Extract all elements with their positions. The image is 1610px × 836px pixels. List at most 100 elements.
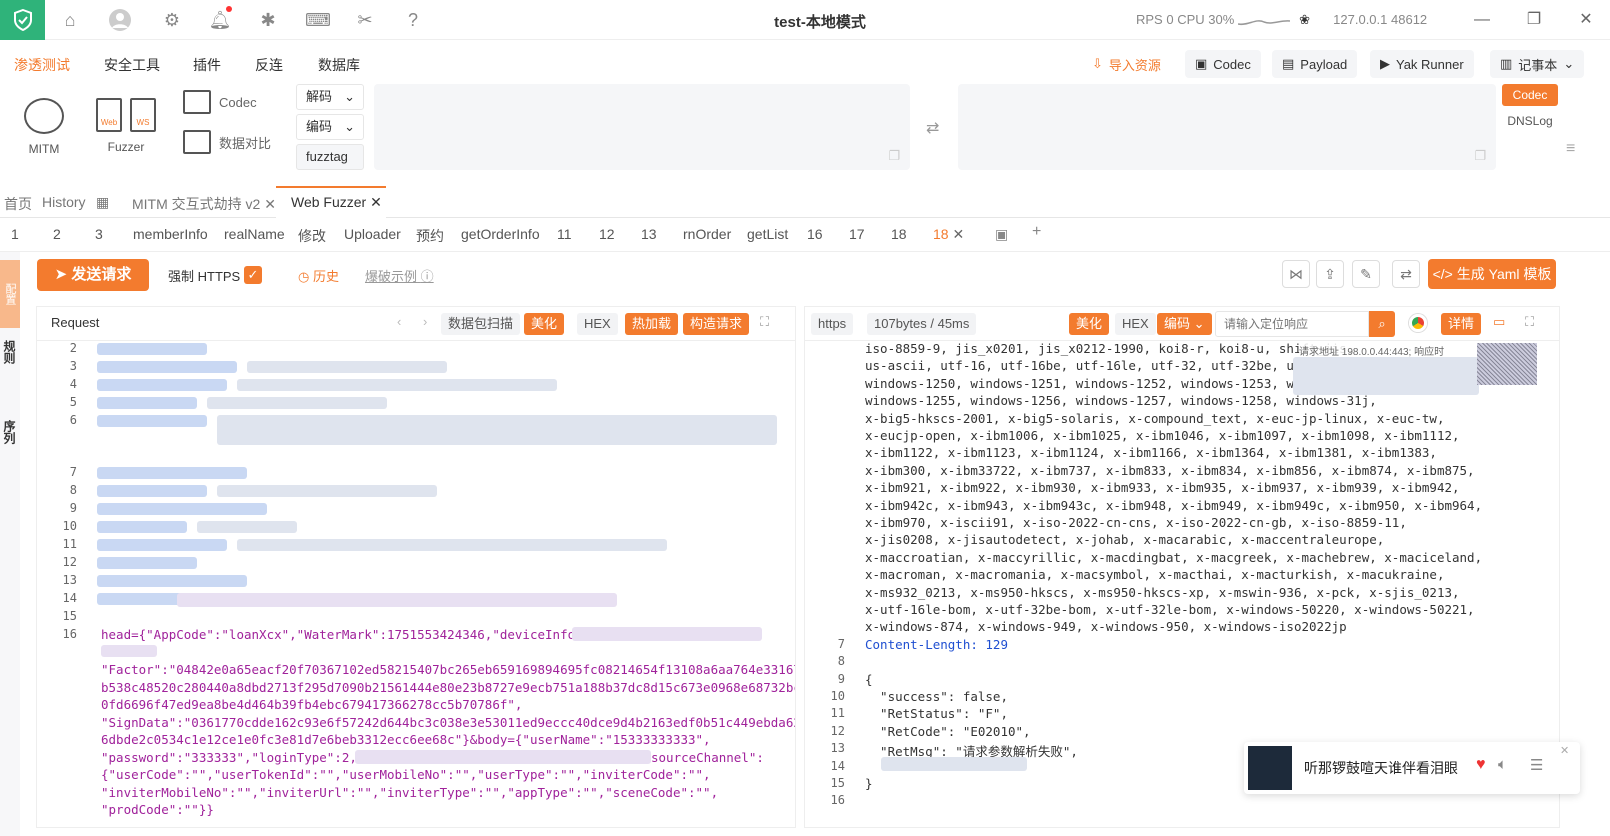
generate-yaml-button[interactable]: </> 生成 Yaml 模板	[1428, 259, 1556, 289]
payload-quick-button[interactable]: ▤ Payload	[1272, 50, 1358, 78]
playlist-icon[interactable]: ☰	[1530, 756, 1543, 774]
close-icon[interactable]: ✕	[370, 194, 382, 210]
fullscreen-icon[interactable]: ⛶	[760, 314, 769, 330]
sub-tab[interactable]: getOrderInfo	[461, 226, 540, 242]
sub-tab[interactable]: getList	[747, 226, 788, 242]
sub-tab[interactable]: 预约	[416, 226, 444, 246]
menu-reverse[interactable]: 反连	[255, 55, 283, 75]
close-icon[interactable]: ✕	[952, 226, 964, 242]
packet-scan-button[interactable]: 数据包扫描	[441, 313, 521, 335]
share-icon[interactable]: ⋈	[1282, 260, 1310, 288]
volume-icon[interactable]: 🔈︎	[1498, 756, 1507, 773]
rail-rules[interactable]: 规则	[2, 340, 18, 364]
sub-tab[interactable]: 12	[599, 226, 615, 242]
menu-pentest[interactable]: 渗透测试	[14, 55, 70, 75]
menu-security-tools[interactable]: 安全工具	[104, 55, 160, 75]
table-icon[interactable]: ▦	[96, 194, 109, 211]
swap-panels-icon[interactable]: ⇄	[1392, 260, 1420, 288]
export-icon[interactable]: ⇪	[1316, 260, 1344, 288]
compare-tool[interactable]: 数据对比	[183, 130, 271, 154]
tab-mitm[interactable]: MITM 交互式劫持 v2 ✕	[132, 194, 276, 214]
swap-icon[interactable]: ⇄	[926, 118, 939, 138]
rail-config[interactable]: 配置	[0, 260, 20, 328]
request-editor[interactable]: 2 3 4 5 6 7 8 9 10 11 12 13 14 15 16 hea…	[37, 341, 795, 827]
sub-tab[interactable]: 修改	[298, 226, 326, 246]
hot-load-button[interactable]: 热加载	[625, 313, 679, 335]
copy-icon[interactable]: ❐	[888, 148, 900, 164]
comment-icon[interactable]: ▭	[1493, 314, 1505, 330]
add-tab-icon[interactable]: +	[1032, 223, 1041, 241]
menu-database[interactable]: 数据库	[318, 55, 360, 75]
bell-icon[interactable]: 🔔︎	[208, 6, 232, 32]
tab-history[interactable]: History	[42, 194, 86, 210]
chrome-icon[interactable]	[1409, 314, 1427, 332]
history-link[interactable]: ◷ 历史	[298, 266, 339, 285]
codec-output-area[interactable]: ❐	[958, 84, 1496, 170]
details-button[interactable]: 详情	[1441, 313, 1482, 335]
terminal-icon[interactable]: ⌨	[305, 8, 331, 32]
hex-button[interactable]: HEX	[577, 313, 618, 335]
mitm-tool[interactable]: MITM	[20, 98, 68, 156]
import-resource-button[interactable]: ⇩ 导入资源	[1082, 50, 1171, 78]
build-request-button[interactable]: 构造请求	[683, 313, 750, 335]
minimize-icon[interactable]: —	[1470, 8, 1494, 32]
sub-tab[interactable]: 2	[53, 226, 61, 242]
beautify-button[interactable]: 美化	[524, 313, 565, 335]
home-icon[interactable]: ⌂	[58, 8, 82, 32]
encode-select[interactable]: 编码 ⌄	[296, 114, 364, 140]
notebook-button[interactable]: ▥ 记事本 ⌄	[1490, 50, 1585, 78]
avatar-icon[interactable]	[108, 8, 132, 32]
bug-icon[interactable]: ✱	[256, 8, 280, 32]
tools-icon[interactable]: ✂	[353, 8, 377, 32]
sub-tab[interactable]: 16	[807, 226, 823, 242]
sub-tab[interactable]: 3	[95, 226, 103, 242]
close-window-icon[interactable]: ✕	[1574, 8, 1598, 32]
help-icon[interactable]: ?	[401, 8, 425, 32]
chevron-left-icon[interactable]: ‹	[397, 314, 401, 329]
rail-sequence[interactable]: 序列	[2, 420, 18, 444]
force-https-checkbox[interactable]: ✓	[244, 266, 262, 284]
shield-logo-icon[interactable]	[0, 0, 45, 40]
sub-tab[interactable]: 11	[557, 226, 572, 242]
music-player[interactable]: 听那锣鼓喧天谁伴看泪眼 ♥ 🔈︎ ☰ ✕	[1244, 742, 1580, 794]
chevron-right-icon[interactable]: ›	[423, 314, 427, 329]
gear-icon[interactable]: ⚙	[160, 8, 184, 32]
codec-input-area[interactable]: ❐	[374, 84, 910, 170]
sub-tab[interactable]: realName	[224, 226, 285, 242]
tab-web-fuzzer[interactable]: Web Fuzzer ✕	[291, 194, 382, 211]
close-icon[interactable]: ✕	[264, 196, 276, 212]
sub-tab[interactable]: Uploader	[344, 226, 401, 242]
restore-icon[interactable]: ❐	[1522, 8, 1546, 32]
sub-tab[interactable]: 18	[891, 226, 907, 242]
response-beautify-button[interactable]: 美化	[1069, 313, 1110, 335]
response-hex-button[interactable]: HEX	[1115, 313, 1156, 335]
codec-quick-button[interactable]: ▣ Codec	[1185, 50, 1261, 78]
fuzzer-tool[interactable]: Web WS Fuzzer	[90, 98, 162, 154]
side-codec-tab[interactable]: Codec	[1502, 84, 1558, 106]
send-request-button[interactable]: ➤ 发送请求	[37, 259, 149, 291]
sub-tab[interactable]: 13	[641, 226, 657, 242]
encoding-select[interactable]: 编码 ⌄	[1157, 313, 1212, 335]
heart-icon[interactable]: ♥	[1476, 756, 1486, 774]
edit-icon[interactable]: ✎	[1352, 260, 1380, 288]
sub-tab-active[interactable]: 18 ✕	[933, 226, 964, 243]
sub-tab[interactable]: memberInfo	[133, 226, 208, 242]
save-icon[interactable]: ▣	[995, 226, 1008, 243]
yak-runner-button[interactable]: ▶ Yak Runner	[1370, 50, 1474, 78]
tab-home[interactable]: 首页	[4, 194, 32, 214]
menu-plugins[interactable]: 插件	[193, 55, 221, 75]
close-icon[interactable]: ✕	[1560, 744, 1569, 757]
fuzztag-button[interactable]: fuzztag	[296, 144, 364, 170]
collapse-icon[interactable]: ≡	[1566, 140, 1575, 158]
example-link[interactable]: 爆破示例 ⓘ	[365, 266, 434, 285]
engine-icon[interactable]: ❀	[1294, 12, 1316, 28]
sub-tab[interactable]: 17	[849, 226, 865, 242]
search-icon[interactable]: ⌕	[1369, 311, 1395, 337]
codec-tool[interactable]: Codec	[183, 90, 257, 114]
decode-select[interactable]: 解码 ⌄	[296, 84, 364, 110]
side-dnslog-tab[interactable]: DNSLog	[1502, 110, 1558, 132]
locate-response-input[interactable]	[1215, 311, 1369, 337]
copy-icon[interactable]: ❐	[1474, 148, 1486, 164]
sub-tab[interactable]: 1	[11, 226, 19, 242]
fullscreen-icon[interactable]: ⛶	[1525, 314, 1534, 330]
